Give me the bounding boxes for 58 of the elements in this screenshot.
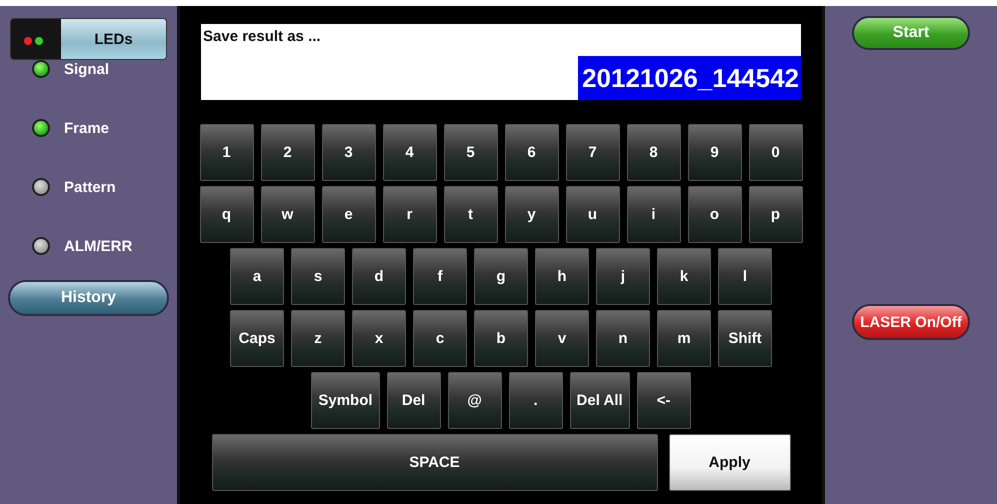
keyboard-key[interactable]: w: [260, 186, 314, 243]
laser-button[interactable]: LASER On/Off: [852, 304, 970, 340]
keyboard-key[interactable]: x: [352, 310, 406, 367]
space-key[interactable]: SPACE: [212, 434, 658, 491]
save-name-field[interactable]: Save result as ... 20121026_144542: [201, 24, 801, 100]
led-label: Frame: [64, 120, 110, 136]
keyboard-key[interactable]: @: [448, 372, 502, 429]
keyboard-key[interactable]: f: [413, 248, 467, 305]
keyboard-key[interactable]: m: [657, 310, 711, 367]
keyboard-key[interactable]: Del: [386, 372, 441, 429]
led-label: ALM/ERR: [64, 238, 132, 254]
keyboard-key[interactable]: 8: [626, 124, 680, 181]
keyboard-key[interactable]: u: [566, 186, 620, 243]
keyboard-key[interactable]: Symbol: [311, 372, 380, 429]
keyboard-key[interactable]: .: [508, 372, 563, 429]
keyboard-key[interactable]: 2: [260, 124, 314, 181]
keyboard-key[interactable]: z: [291, 310, 345, 367]
keyboard-key[interactable]: e: [322, 186, 376, 243]
keyboard-key[interactable]: t: [444, 186, 498, 243]
history-button[interactable]: History: [8, 280, 169, 316]
keyboard-key[interactable]: 5: [444, 124, 498, 181]
keyboard-key[interactable]: p: [748, 186, 802, 243]
leds-icon: [11, 19, 61, 59]
keyboard-key[interactable]: n: [596, 310, 650, 367]
keyboard-key[interactable]: 1: [200, 124, 254, 181]
led-label: Pattern: [64, 178, 116, 196]
keyboard-key[interactable]: b: [474, 310, 528, 367]
keyboard-key[interactable]: l: [718, 248, 772, 305]
keyboard-key[interactable]: d: [352, 248, 406, 305]
keyboard-key[interactable]: 4: [382, 124, 436, 181]
keyboard-key[interactable]: o: [688, 186, 742, 243]
keyboard-key[interactable]: 3: [322, 124, 376, 181]
keyboard-key[interactable]: Caps: [230, 310, 284, 367]
keyboard-key[interactable]: 0: [748, 124, 802, 181]
apply-button[interactable]: Apply: [668, 434, 790, 491]
keyboard-key[interactable]: Del All: [570, 372, 630, 429]
field-label: Save result as ...: [203, 28, 322, 45]
keyboard-key[interactable]: v: [535, 310, 589, 367]
keyboard-key[interactable]: k: [657, 248, 711, 305]
keyboard-key[interactable]: a: [230, 248, 284, 305]
keyboard-key[interactable]: j: [596, 248, 650, 305]
keyboard-key[interactable]: 7: [566, 124, 620, 181]
leds-tab[interactable]: LEDs: [10, 18, 167, 60]
keyboard-key[interactable]: r: [382, 186, 436, 243]
keyboard-key[interactable]: Shift: [718, 310, 772, 367]
keyboard-key[interactable]: h: [535, 248, 589, 305]
keyboard-key[interactable]: s: [291, 248, 345, 305]
keyboard-key[interactable]: q: [200, 186, 254, 243]
led-label: Signal: [64, 60, 110, 78]
field-value: 20121026_144542: [578, 56, 801, 100]
keyboard-key[interactable]: 9: [688, 124, 742, 181]
keyboard-key[interactable]: y: [504, 186, 558, 243]
keyboard-key[interactable]: c: [413, 310, 467, 367]
keyboard-key[interactable]: g: [474, 248, 528, 305]
keyboard-key[interactable]: <-: [636, 372, 691, 429]
leds-tab-label: LEDs: [61, 19, 166, 59]
keyboard-key[interactable]: i: [626, 186, 680, 243]
keyboard-key[interactable]: 6: [504, 124, 558, 181]
